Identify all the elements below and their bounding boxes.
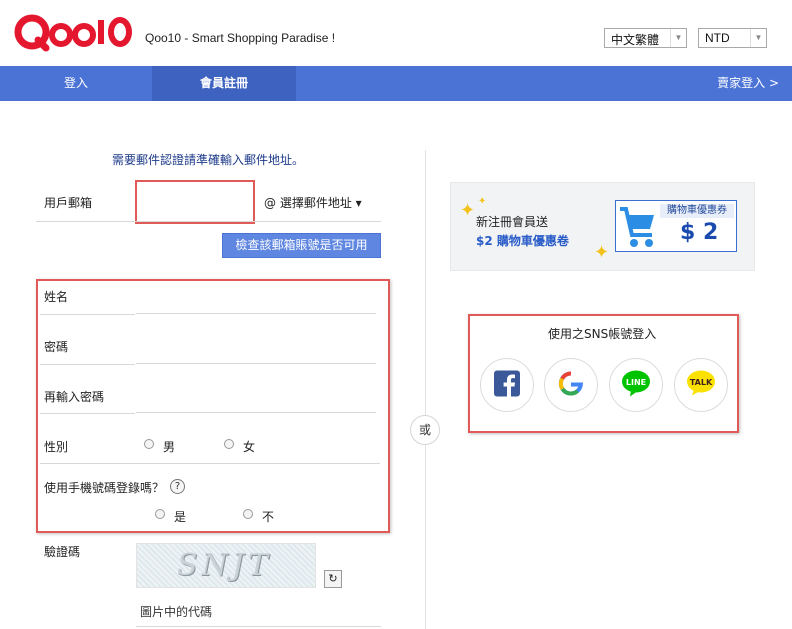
language-select[interactable]: 中文繁體 ▼ xyxy=(604,28,687,48)
line-icon: LINE xyxy=(621,370,651,401)
star-icon: ✦ xyxy=(460,200,476,221)
facebook-login-button[interactable] xyxy=(480,358,534,412)
password-input[interactable] xyxy=(136,340,376,364)
gender-female-label: 女 xyxy=(243,440,256,454)
google-login-button[interactable] xyxy=(544,358,598,412)
email-verification-notice: 需要郵件認證請準確輸入郵件地址。 xyxy=(112,153,305,167)
chevron-down-icon: ▼ xyxy=(750,29,766,47)
password-confirm-input[interactable] xyxy=(136,389,376,413)
email-input[interactable] xyxy=(135,180,255,224)
gender-male-label: 男 xyxy=(163,440,176,454)
google-icon xyxy=(558,371,584,400)
star-icon: ✦ xyxy=(594,242,610,263)
cart-icon xyxy=(620,207,654,247)
name-label: 姓名 xyxy=(44,290,69,304)
email-label: 用戶郵箱 xyxy=(44,196,93,210)
captcha-image: SNJT xyxy=(136,543,316,588)
help-icon[interactable]: ? xyxy=(170,479,185,494)
divider xyxy=(40,364,135,365)
auth-nav: 登入 會員註冊 賣家登入 > xyxy=(0,66,792,101)
phone-login-yes-radio[interactable] xyxy=(155,509,165,519)
svg-text:LINE: LINE xyxy=(626,378,646,387)
voucher-title: 購物車優惠券 xyxy=(660,204,734,218)
tab-login[interactable]: 登入 xyxy=(0,66,152,101)
check-email-button[interactable]: 檢查該郵箱賬號是否可用 xyxy=(222,233,381,258)
email-domain-select[interactable]: @ 選擇郵件地址 ▾ xyxy=(264,194,362,211)
tab-register[interactable]: 會員註冊 xyxy=(152,66,296,101)
column-divider xyxy=(425,150,426,629)
star-icon: ✦ xyxy=(478,196,487,207)
password-label: 密碼 xyxy=(44,340,69,354)
coupon-text-2: $2 購物車優惠卷 xyxy=(476,234,569,248)
language-select-value: 中文繁體 xyxy=(611,33,660,47)
line-login-button[interactable]: LINE xyxy=(609,358,663,412)
seller-login-link[interactable]: 賣家登入 > xyxy=(717,66,779,101)
divider xyxy=(40,463,380,464)
divider xyxy=(40,314,135,315)
currency-select-value: NTD xyxy=(705,31,730,45)
gender-label: 性別 xyxy=(44,440,69,454)
coupon-text-1: 新注冊會員送 xyxy=(476,215,549,229)
captcha-label: 驗證碼 xyxy=(44,545,81,559)
site-slogan: Qoo10 - Smart Shopping Paradise ! xyxy=(145,31,336,45)
or-separator: 或 xyxy=(410,415,440,445)
phone-login-label: 使用手機號碼登錄嗎？ xyxy=(44,481,165,495)
refresh-icon[interactable]: ↻ xyxy=(324,570,342,588)
phone-login-yes-label: 是 xyxy=(174,510,187,524)
phone-login-no-label: 不 xyxy=(262,510,275,524)
kakaotalk-icon: TALK xyxy=(686,370,716,401)
sns-login-title: 使用之SNS帳號登入 xyxy=(548,327,657,341)
site-header: Qoo10 - Smart Shopping Paradise ! 中文繁體 ▼… xyxy=(0,0,792,66)
kakaotalk-login-button[interactable]: TALK xyxy=(674,358,728,412)
voucher-amount: $ 2 xyxy=(680,220,719,245)
qoo10-logo-graphic xyxy=(14,14,132,52)
captcha-input[interactable] xyxy=(136,603,381,627)
gender-male-radio[interactable] xyxy=(144,439,154,449)
captcha-text: SNJT xyxy=(177,548,272,583)
qoo10-logo[interactable] xyxy=(14,12,134,52)
svg-text:TALK: TALK xyxy=(690,378,713,387)
divider xyxy=(40,413,135,414)
divider xyxy=(36,221,381,222)
gender-female-radio[interactable] xyxy=(224,439,234,449)
chevron-down-icon: ▼ xyxy=(670,29,686,47)
facebook-icon xyxy=(494,370,520,400)
name-input[interactable] xyxy=(136,290,376,314)
password-confirm-label: 再輸入密碼 xyxy=(44,390,105,404)
currency-select[interactable]: NTD ▼ xyxy=(698,28,767,48)
phone-login-no-radio[interactable] xyxy=(243,509,253,519)
